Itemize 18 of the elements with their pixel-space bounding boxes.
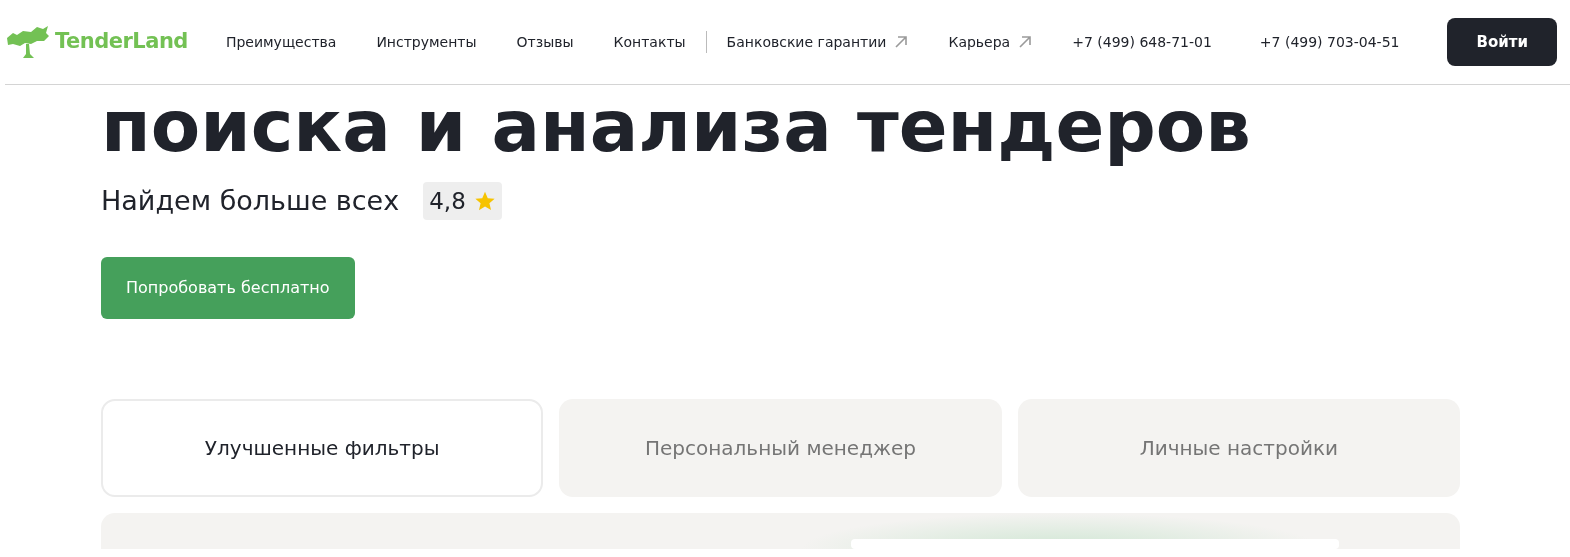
nav-link[interactable]: Банковские гарантии bbox=[726, 31, 909, 53]
tab[interactable]: Персональный менеджер bbox=[559, 399, 1002, 498]
nav-link[interactable]: Преимущества bbox=[225, 31, 337, 53]
tab[interactable]: Личные настройки bbox=[1017, 399, 1460, 498]
phone-link[interactable]: +7 (499) 648-71-01 bbox=[1072, 31, 1212, 53]
logo-text: TenderLand bbox=[55, 28, 188, 56]
login-button[interactable]: Войти bbox=[1447, 17, 1557, 67]
nav-link[interactable]: Контакты bbox=[613, 31, 686, 53]
nav-link[interactable]: Отзывы bbox=[516, 31, 574, 53]
rating-value: 4,8 bbox=[429, 186, 466, 216]
subtitle: Найдем больше всех bbox=[101, 183, 400, 218]
nav-link[interactable]: Карьера bbox=[948, 31, 1033, 53]
arrow-icon bbox=[894, 35, 909, 49]
hero-title: поиска и анализа тендеров bbox=[101, 89, 1252, 165]
tab[interactable]: Улучшенные фильтры bbox=[101, 399, 544, 498]
arrow-icon bbox=[1018, 35, 1033, 49]
phone-link[interactable]: +7 (499) 703-04-51 bbox=[1259, 31, 1400, 53]
nav-link[interactable]: Инструменты bbox=[376, 31, 477, 53]
